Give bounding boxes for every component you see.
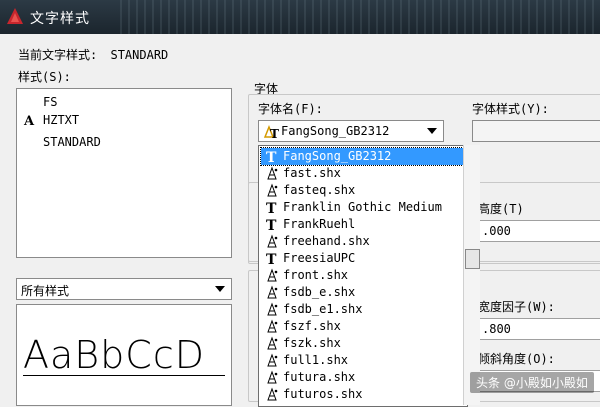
chevron-down-icon	[427, 128, 437, 134]
style-item-hztxt[interactable]: HZTXT	[43, 113, 79, 127]
style-item-standard[interactable]: STANDARD	[43, 135, 101, 149]
chevron-down-icon	[215, 286, 225, 292]
truetype-font-icon: T	[263, 124, 279, 139]
font-style-label: 字体样式(Y):	[472, 102, 549, 116]
font-option[interactable]: futura.shx	[261, 369, 463, 386]
styles-list[interactable]: FS A HZTXT STANDARD	[16, 88, 232, 258]
style-filter-select[interactable]: 所有样式	[16, 278, 232, 300]
font-name-value: FangSong_GB2312	[281, 124, 390, 138]
autocad-logo-icon	[7, 8, 23, 24]
shx-font-icon	[267, 285, 278, 299]
current-style-value: STANDARD	[110, 48, 169, 62]
font-option[interactable]: T FrankRuehl	[261, 216, 463, 233]
font-option-label: front.shx	[283, 268, 349, 282]
font-option-label: fszf.shx	[283, 319, 341, 333]
truetype-font-icon: T	[266, 150, 277, 164]
svg-text:T: T	[270, 127, 279, 139]
preview-baseline	[23, 375, 225, 376]
font-option-label: fsdb_e.shx	[283, 285, 356, 299]
height-value: .000	[482, 224, 511, 238]
font-option-label: futura.shx	[283, 370, 356, 384]
current-style-label: 当前文字样式: STANDARD	[18, 46, 168, 63]
font-option-label: fasteq.shx	[283, 183, 356, 197]
shx-font-icon	[267, 302, 278, 316]
svg-text:A: A	[23, 114, 35, 127]
styles-label: 样式(S):	[18, 70, 71, 84]
style-filter-value: 所有样式	[21, 284, 70, 298]
svg-text:T: T	[266, 201, 277, 215]
font-option-label: FrankRuehl	[283, 217, 356, 231]
font-name-select[interactable]: T FangSong_GB2312	[258, 120, 444, 142]
scrollbar-thumb[interactable]	[465, 249, 480, 269]
font-option[interactable]: front.shx	[261, 267, 463, 284]
font-option-label: FangSong_GB2312	[283, 149, 392, 163]
oblique-angle-label: 倾斜角度(O):	[478, 352, 555, 366]
font-name-label: 字体名(F):	[258, 102, 323, 116]
preview-text: AaBbCcD	[23, 333, 205, 377]
width-factor-input[interactable]: .800	[478, 318, 600, 340]
font-option-label: freehand.shx	[283, 234, 370, 248]
font-option[interactable]: freehand.shx	[261, 233, 463, 250]
font-option[interactable]: fsdb_e1.shx	[261, 301, 463, 318]
shx-font-icon	[267, 319, 278, 333]
height-label: 高度(T)	[478, 202, 524, 216]
font-option[interactable]: T Franklin Gothic Medium	[261, 199, 463, 216]
font-option[interactable]: T FangSong_GB2312	[260, 147, 464, 166]
font-option[interactable]: fszk.shx	[261, 335, 463, 352]
title-bar: 文字样式	[0, 0, 600, 34]
truetype-font-icon: T	[266, 252, 277, 266]
font-option[interactable]: fast.shx	[261, 165, 463, 182]
current-style-caption: 当前文字样式:	[18, 48, 98, 62]
font-option[interactable]: futuros.shx	[261, 386, 463, 403]
font-option-label: fszk.shx	[283, 336, 341, 350]
font-name-dropdown-list[interactable]: T FangSong_GB2312 fast.shx fasteq.shx T Frank…	[258, 145, 468, 407]
svg-text:T: T	[266, 252, 277, 266]
font-option[interactable]: fszf.shx	[261, 318, 463, 335]
font-option-label: fsdb_e1.shx	[283, 302, 363, 316]
font-option-label: fast.shx	[283, 166, 341, 180]
width-factor-value: .800	[482, 322, 511, 336]
font-option[interactable]: T FreesiaUPC	[261, 250, 463, 267]
svg-text:T: T	[266, 150, 277, 164]
font-option[interactable]: fasteq.shx	[261, 182, 463, 199]
title-bar-background	[120, 0, 600, 34]
shx-font-icon	[267, 353, 278, 367]
font-option-label: futuros.shx	[283, 387, 363, 401]
truetype-font-icon: T	[266, 218, 277, 232]
style-item-fs[interactable]: FS	[43, 95, 57, 109]
font-option[interactable]: full1.shx	[261, 352, 463, 369]
shx-font-icon	[267, 370, 278, 384]
shx-font-icon	[267, 183, 278, 197]
font-option[interactable]: fsdb_e.shx	[261, 284, 463, 301]
width-factor-label: 宽度因子(W):	[478, 300, 555, 314]
font-style-select[interactable]	[472, 120, 600, 142]
style-preview: AaBbCcD	[16, 304, 232, 406]
shx-font-icon	[267, 268, 278, 282]
window-title: 文字样式	[30, 11, 90, 27]
svg-text:T: T	[266, 218, 277, 232]
font-option-label: Franklin Gothic Medium	[283, 200, 442, 214]
height-input[interactable]: .000	[478, 220, 600, 242]
truetype-font-icon: T	[266, 201, 277, 215]
annotative-style-icon: A	[23, 114, 35, 127]
font-option-label: full1.shx	[283, 353, 349, 367]
watermark: 头条 @小殿如小殿如	[470, 372, 594, 393]
shx-font-icon	[267, 336, 278, 350]
shx-font-icon	[267, 166, 278, 180]
shx-font-icon	[267, 234, 278, 248]
font-option-label: FreesiaUPC	[283, 251, 356, 265]
dropdown-scrollbar[interactable]	[463, 145, 480, 405]
